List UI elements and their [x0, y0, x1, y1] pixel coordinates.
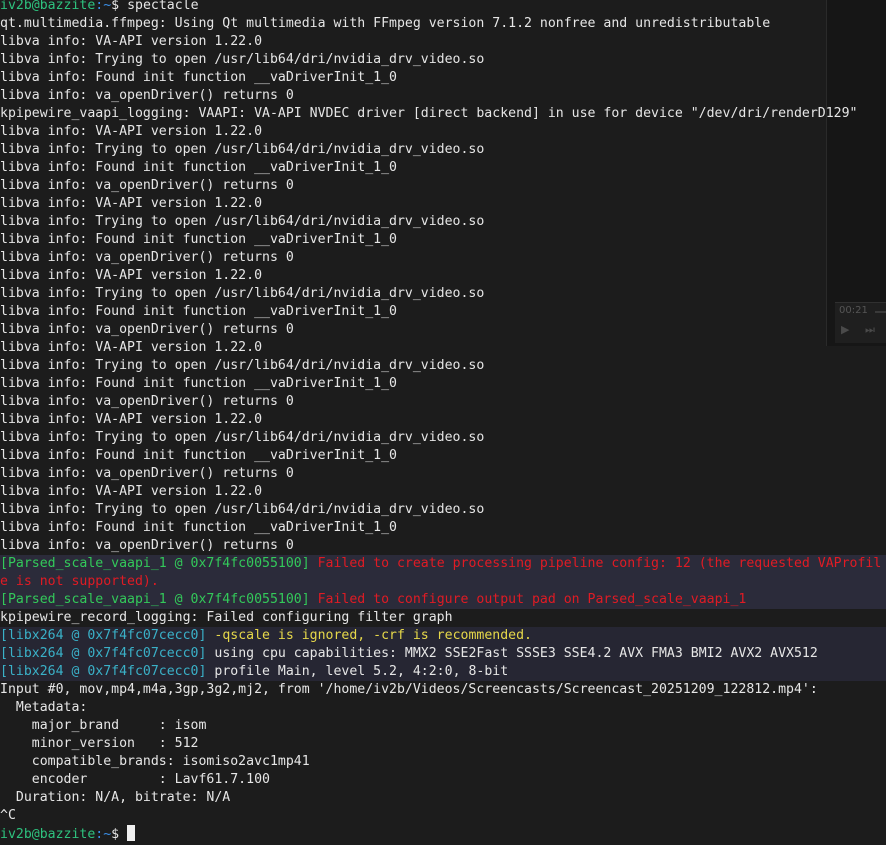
x264-line: [libx264 @ 0x7f4fc07cecc0] profile Main,… — [0, 663, 886, 681]
prompt-line-active[interactable]: iv2b@bazzite:~$ — [0, 825, 886, 843]
prompt-user: iv2b@bazzite — [0, 827, 96, 842]
log-line: Duration: N/A, bitrate: N/A — [0, 790, 231, 805]
log-line: libva info: Found init function __vaDriv… — [0, 304, 397, 319]
log-line: libva info: Trying to open /usr/lib64/dr… — [0, 142, 485, 157]
error-line: [Parsed_scale_vaapi_1 @ 0x7f4fc0055100] … — [0, 555, 886, 573]
log-line: Input #0, mov,mp4,m4a,3gp,3g2,mj2, from … — [0, 682, 818, 697]
log-line: libva info: Trying to open /usr/lib64/dr… — [0, 214, 485, 229]
log-line: libva info: VA-API version 1.22.0 — [0, 340, 263, 355]
ffmpeg-tag: [Parsed_scale_vaapi_1 @ 0x7f4fc0055100] — [0, 592, 310, 607]
x264-tag: [libx264 @ 0x7f4fc07cecc0] — [0, 664, 207, 679]
x264-line: [libx264 @ 0x7f4fc07cecc0] -qscale is ig… — [0, 627, 886, 645]
log-line: compatible_brands: isomiso2avc1mp41 — [0, 754, 310, 769]
ffmpeg-tag: [Parsed_scale_vaapi_1 @ 0x7f4fc0055100] — [0, 556, 310, 571]
log-line: minor_version : 512 — [0, 736, 199, 751]
log-line: ^C — [0, 808, 16, 823]
log-line: libva info: va_openDriver() returns 0 — [0, 250, 294, 265]
log-line: libva info: VA-API version 1.22.0 — [0, 34, 263, 49]
error-message: Failed to configure output pad on Parsed… — [309, 592, 747, 607]
log-line: libva info: Trying to open /usr/lib64/dr… — [0, 52, 485, 67]
error-line: [Parsed_scale_vaapi_1 @ 0x7f4fc0055100] … — [0, 591, 886, 609]
terminal-window[interactable]: 00:21 ▶ ⏭ iv2b@bazzite:~$ spectacle qt.m… — [0, 0, 886, 845]
log-line: libva info: Found init function __vaDriv… — [0, 232, 397, 247]
log-line: libva info: va_openDriver() returns 0 — [0, 394, 294, 409]
error-message: Failed to create processing pipeline con… — [309, 556, 882, 571]
log-line: libva info: Found init function __vaDriv… — [0, 520, 397, 535]
log-line: libva info: va_openDriver() returns 0 — [0, 466, 294, 481]
prompt-user: iv2b@bazzite — [0, 0, 96, 13]
log-line: libva info: VA-API version 1.22.0 — [0, 412, 263, 427]
text-cursor[interactable] — [127, 825, 136, 841]
log-line: libva info: Trying to open /usr/lib64/dr… — [0, 286, 485, 301]
log-line: libva info: Found init function __vaDriv… — [0, 160, 397, 175]
prompt-symbol: $ — [111, 827, 120, 842]
log-line: libva info: Trying to open /usr/lib64/dr… — [0, 502, 485, 517]
x264-message: using cpu capabilities: MMX2 SSE2Fast SS… — [206, 646, 818, 661]
log-line: libva info: Found init function __vaDriv… — [0, 448, 397, 463]
warning-message: -qscale is ignored, -crf is recommended. — [206, 628, 532, 643]
log-line: Metadata: — [0, 700, 88, 715]
x264-line: [libx264 @ 0x7f4fc07cecc0] using cpu cap… — [0, 645, 886, 663]
prompt-path: :~ — [95, 827, 112, 842]
log-line: kpipewire_vaapi_logging: VAAPI: VA-API N… — [0, 106, 858, 121]
log-line: libva info: VA-API version 1.22.0 — [0, 196, 263, 211]
x264-tag: [libx264 @ 0x7f4fc07cecc0] — [0, 646, 207, 661]
log-line: libva info: Trying to open /usr/lib64/dr… — [0, 430, 485, 445]
log-line: kpipewire_record_logging: Failed configu… — [0, 610, 453, 625]
log-line: libva info: VA-API version 1.22.0 — [0, 484, 263, 499]
log-line: libva info: Found init function __vaDriv… — [0, 70, 397, 85]
log-line: major_brand : isom — [0, 718, 207, 733]
error-message-wrap: e is not supported). — [0, 574, 159, 589]
terminal-output: iv2b@bazzite:~$ spectacle qt.multimedia.… — [0, 0, 886, 843]
log-line: qt.multimedia.ffmpeg: Using Qt multimedi… — [0, 16, 771, 31]
log-line: libva info: va_openDriver() returns 0 — [0, 322, 294, 337]
log-line: libva info: va_openDriver() returns 0 — [0, 538, 294, 553]
prompt-line: iv2b@bazzite:~$ spectacle — [0, 0, 886, 15]
error-line-wrap: e is not supported). — [0, 573, 886, 591]
log-line: encoder : Lavf61.7.100 — [0, 772, 270, 787]
command-text: spectacle — [119, 0, 199, 13]
log-line: libva info: VA-API version 1.22.0 — [0, 124, 263, 139]
log-line: libva info: Trying to open /usr/lib64/dr… — [0, 358, 485, 373]
x264-tag: [libx264 @ 0x7f4fc07cecc0] — [0, 628, 207, 643]
prompt-symbol: $ — [111, 0, 120, 13]
log-line: libva info: va_openDriver() returns 0 — [0, 88, 294, 103]
log-line: libva info: va_openDriver() returns 0 — [0, 178, 294, 193]
x264-message: profile Main, level 5.2, 4:2:0, 8-bit — [206, 664, 509, 679]
log-line: libva info: Found init function __vaDriv… — [0, 376, 397, 391]
log-line: libva info: VA-API version 1.22.0 — [0, 268, 263, 283]
prompt-path: :~ — [95, 0, 112, 13]
